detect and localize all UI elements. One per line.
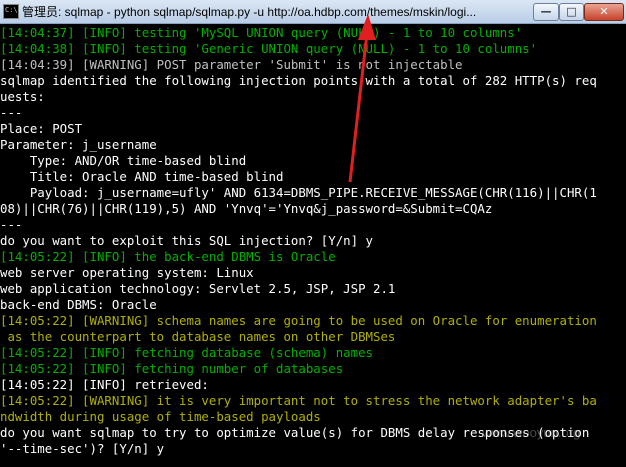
console-output[interactable]: [14:04:37] [INFO] testing 'MySQL UNION q… [0,25,626,467]
maximize-button[interactable]: □ [559,3,584,21]
console-line: Place: POST [0,121,83,136]
console-line: back-end DBMS: Oracle [0,297,157,312]
console-line: Type: AND/OR time-based blind [0,153,247,168]
console-line: Payload: j_username=ufly' AND 6134=DBMS_… [0,185,597,200]
minimize-button[interactable]: — [533,3,559,21]
console-line: [14:05:22] [WARNING] schema names are go… [0,313,597,328]
console-line: [14:04:39] [WARNING] POST parameter 'Sub… [0,57,463,72]
console-line: Parameter: j_username [0,137,157,152]
console-icon [3,4,19,19]
window-title: 管理员: sqlmap - python sqlmap/sqlmap.py -u… [22,5,477,19]
console-line: [14:05:22] [INFO] fetching database (sch… [0,345,373,360]
console-line: Title: Oracle AND time-based blind [0,169,284,184]
console-line: [14:04:38] [INFO] testing 'Generic UNION… [0,41,538,56]
console-line: web application technology: Servlet 2.5,… [0,281,396,296]
console-line: sqlmap identified the following injectio… [0,73,597,88]
console-line: [14:05:22] [WARNING] it is very importan… [0,393,597,408]
console-line: ndwidth during usage of time-based paylo… [0,409,321,424]
console-line: [14:05:22] [INFO] the back-end DBMS is O… [0,249,336,264]
console-line: [14:04:37] [INFO] testing 'MySQL UNION q… [0,25,523,40]
console-line: web server operating system: Linux [0,265,254,280]
console-line: [14:05:22] [INFO] fetching number of dat… [0,361,344,376]
console-line: --- [0,105,23,120]
watermark: www.wooyun.org [482,425,581,440]
console-line: 08)||CHR(76)||CHR(119),5) AND 'Ynvq'='Yn… [0,201,493,216]
window-titlebar[interactable]: 管理员: sqlmap - python sqlmap/sqlmap.py -u… [0,0,626,24]
console-line: '--time-sec')? [Y/n] y [0,441,165,456]
console-line: --- [0,217,23,232]
console-line: do you want to exploit this SQL injectio… [0,233,373,248]
close-button[interactable]: ✕ [584,3,624,21]
console-line: as the counterpart to database names on … [0,329,396,344]
console-line: uests: [0,89,45,104]
console-line: [14:05:22] [INFO] retrieved: [0,377,209,392]
